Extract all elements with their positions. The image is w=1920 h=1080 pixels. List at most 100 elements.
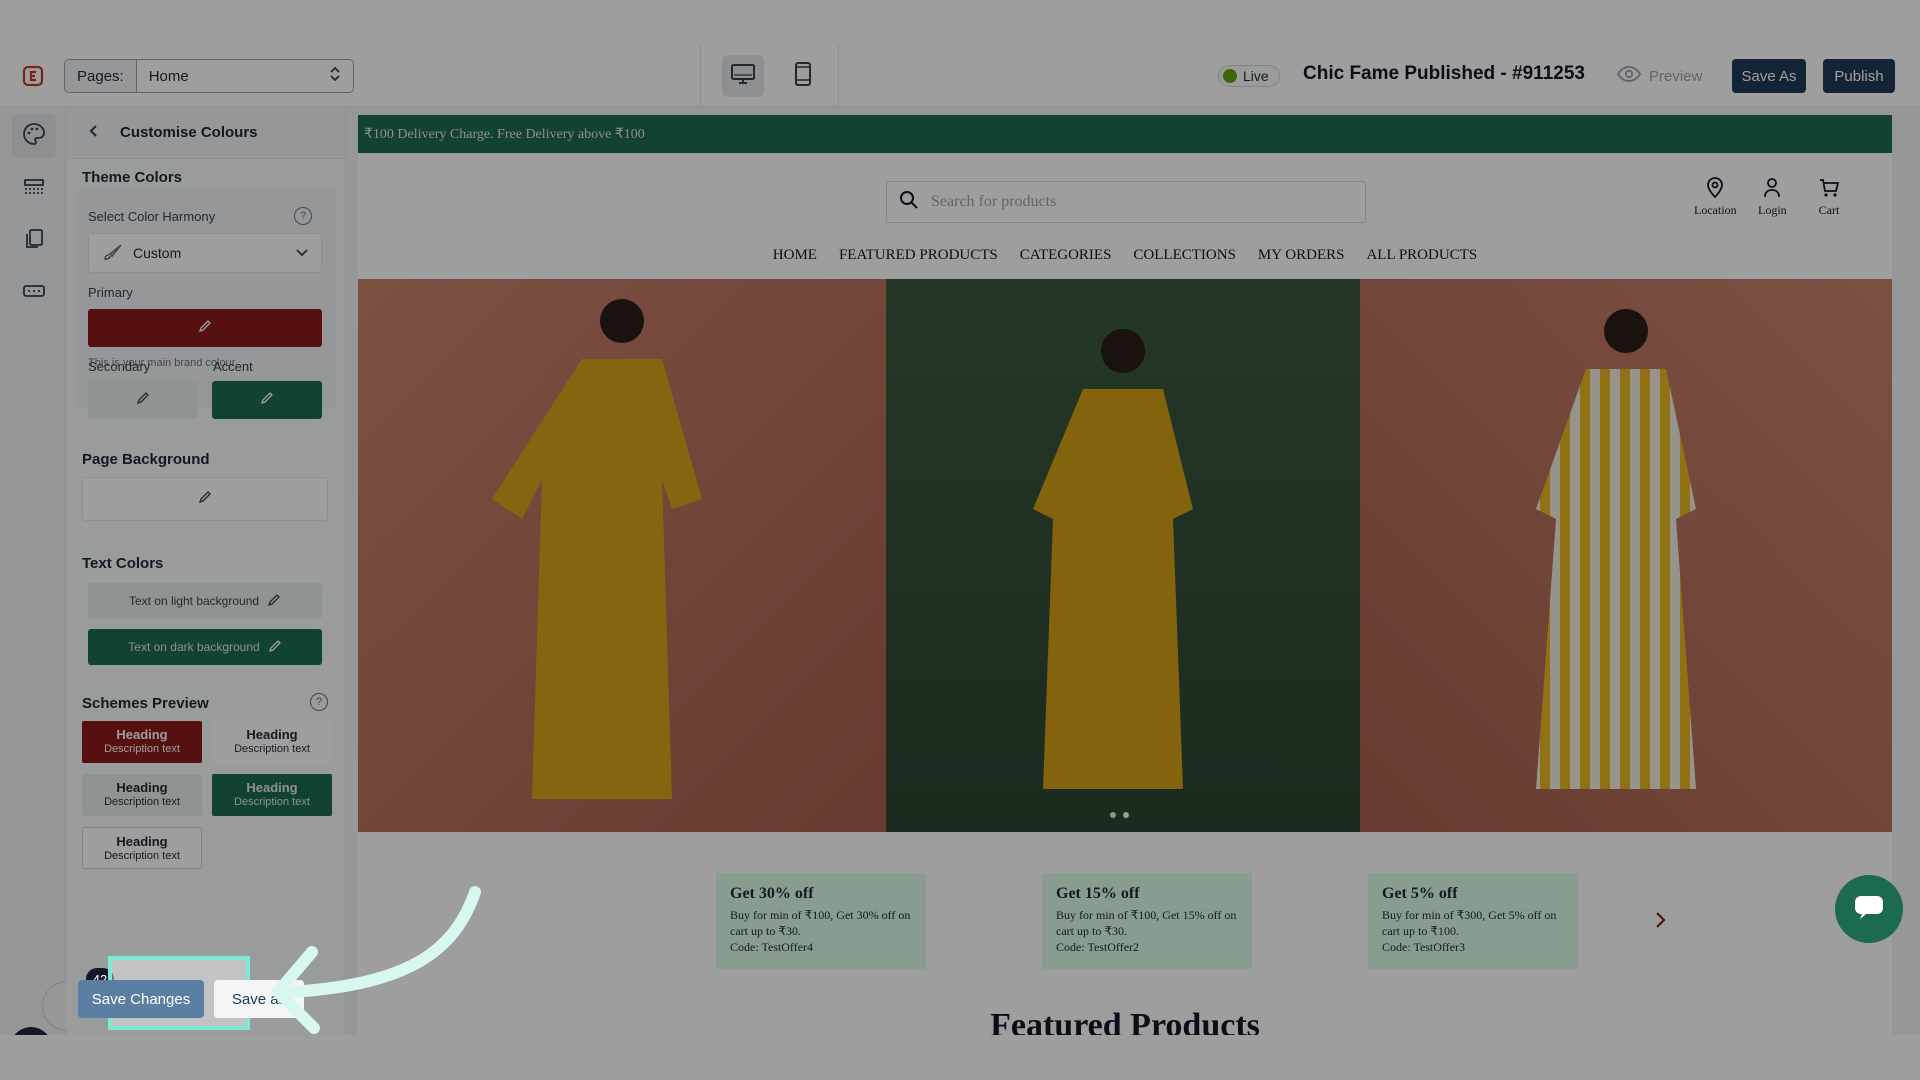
settings-button[interactable] (12, 271, 56, 315)
divider (838, 45, 839, 107)
nav-featured-products[interactable]: FEATURED PRODUCTS (839, 247, 998, 264)
text-colors-title: Text Colors (82, 555, 164, 572)
featured-products-title: Featured Products (990, 1007, 1260, 1035)
sections-button[interactable] (12, 167, 56, 211)
harmony-select[interactable]: Custom (88, 233, 322, 273)
primary-color-swatch[interactable] (88, 309, 322, 347)
preview-button[interactable]: Preview (1616, 66, 1702, 86)
offer-title: Get 15% off (1056, 885, 1140, 902)
live-dot-icon (1223, 69, 1237, 83)
search-input[interactable]: Search for products (886, 181, 1366, 223)
divider (700, 45, 701, 107)
accent-label: Accent (213, 359, 253, 374)
nav-home[interactable]: HOME (773, 247, 817, 264)
brush-icon (101, 243, 123, 264)
offer-code: Code: TestOffer4 (730, 940, 814, 954)
nav-collections[interactable]: COLLECTIONS (1133, 247, 1236, 264)
nav-all-products[interactable]: ALL PRODUCTS (1366, 247, 1477, 264)
panel-title: Customise Colours (120, 124, 258, 141)
primary-label: Primary (88, 285, 133, 300)
schemes-preview-title: Schemes Preview (82, 695, 209, 712)
search-icon (899, 190, 919, 215)
offer-card[interactable]: Get 5% off Buy for min of ₹300, Get 5% o… (1368, 873, 1578, 969)
palette-icon (22, 122, 46, 151)
live-label: Live (1243, 68, 1269, 84)
schemes-help-icon[interactable]: ? (310, 693, 328, 711)
scheme-heading: Heading (116, 727, 168, 742)
login-button[interactable]: Login (1758, 177, 1787, 218)
location-label: Location (1694, 203, 1737, 217)
offer-card[interactable]: Get 15% off Buy for min of ₹100, Get 15%… (1042, 873, 1252, 969)
harmony-help-icon[interactable]: ? (294, 207, 312, 225)
offer-card[interactable]: Get 30% off Buy for min of ₹100, Get 30%… (716, 873, 926, 969)
announcement-banner: ₹100 Delivery Charge. Free Delivery abov… (358, 115, 1892, 153)
offer-description: Buy for min of ₹100, Get 30% off on cart… (730, 908, 911, 938)
publish-button[interactable]: Publish (1823, 59, 1895, 93)
pages-icon (24, 228, 44, 255)
mobile-view-button[interactable] (782, 55, 824, 97)
pages-button[interactable] (12, 219, 56, 263)
cart-icon (1818, 177, 1840, 203)
scheme-description: Description text (104, 850, 180, 862)
site-title: Chic Fame Published - #911253 (1303, 63, 1585, 84)
help-icon[interactable]: ? (10, 1027, 52, 1035)
theme-colors-card: Select Color Harmony ? Custom Primary Th… (76, 189, 336, 409)
page-selector[interactable]: Pages: Home (64, 59, 354, 93)
chevron-right-icon[interactable] (1654, 911, 1666, 934)
scheme-accent[interactable]: Heading Description text (212, 774, 332, 816)
scheme-outline[interactable]: Heading Description text (82, 827, 202, 869)
pencil-icon (260, 391, 274, 410)
offer-title: Get 5% off (1382, 885, 1458, 902)
theme-palette-button[interactable] (12, 114, 56, 158)
nav-categories[interactable]: CATEGORIES (1020, 247, 1112, 264)
secondary-color-swatch[interactable] (88, 381, 198, 419)
main-nav: HOME FEATURED PRODUCTS CATEGORIES COLLEC… (358, 247, 1892, 264)
offer-description: Buy for min of ₹300, Get 5% off on cart … (1382, 908, 1557, 938)
chat-icon (1852, 893, 1886, 926)
offer-code: Code: TestOffer3 (1382, 940, 1466, 954)
scheme-description: Description text (104, 743, 180, 755)
scheme-heading: Heading (246, 727, 298, 742)
offer-description: Buy for min of ₹100, Get 15% off on cart… (1056, 908, 1237, 938)
page-background-swatch[interactable] (82, 477, 328, 521)
page-background-title: Page Background (82, 451, 210, 468)
desktop-view-button[interactable] (722, 55, 764, 97)
scheme-primary[interactable]: Heading Description text (82, 721, 202, 763)
eye-icon (1616, 66, 1642, 86)
cart-button[interactable]: Cart (1818, 177, 1840, 218)
panel-header: Customise Colours (66, 107, 345, 159)
updown-chevron-icon (329, 65, 341, 87)
pencil-icon (198, 319, 212, 338)
scheme-heading: Heading (246, 780, 298, 795)
page-select-value: Home (148, 67, 189, 85)
save-as-button[interactable]: Save As (1732, 59, 1806, 93)
scheme-light[interactable]: Heading Description text (212, 721, 332, 763)
save-changes-button[interactable]: Save Changes (78, 980, 204, 1018)
chevron-down-icon (295, 245, 309, 261)
chat-button[interactable] (1835, 875, 1903, 943)
location-pin-icon (1694, 177, 1737, 203)
theme-colors-title: Theme Colors (82, 169, 183, 186)
preview-canvas: ₹100 Delivery Charge. Free Delivery abov… (346, 107, 1920, 1035)
back-chevron-icon[interactable] (66, 124, 120, 142)
app-logo-icon[interactable] (22, 65, 44, 87)
cart-label: Cart (1818, 203, 1840, 217)
accent-color-swatch[interactable] (212, 381, 322, 419)
pencil-icon (267, 593, 281, 610)
text-dark-swatch[interactable]: Text on dark background (88, 629, 322, 665)
input-field-icon (22, 284, 46, 303)
live-status-badge: Live (1218, 65, 1280, 87)
scheme-description: Description text (234, 743, 310, 755)
secondary-label: Secondary (88, 359, 151, 374)
location-button[interactable]: Location (1694, 177, 1737, 218)
search-placeholder: Search for products (931, 193, 1057, 210)
scheme-secondary[interactable]: Heading Description text (82, 774, 202, 816)
text-light-label: Text on light background (128, 594, 260, 608)
text-light-swatch[interactable]: Text on light background (88, 583, 322, 619)
nav-my-orders[interactable]: MY ORDERS (1258, 247, 1345, 264)
user-icon (1758, 177, 1787, 203)
hero-carousel[interactable] (358, 279, 1892, 832)
scheme-description: Description text (104, 796, 180, 808)
offer-title: Get 30% off (730, 885, 814, 902)
login-label: Login (1758, 203, 1787, 217)
